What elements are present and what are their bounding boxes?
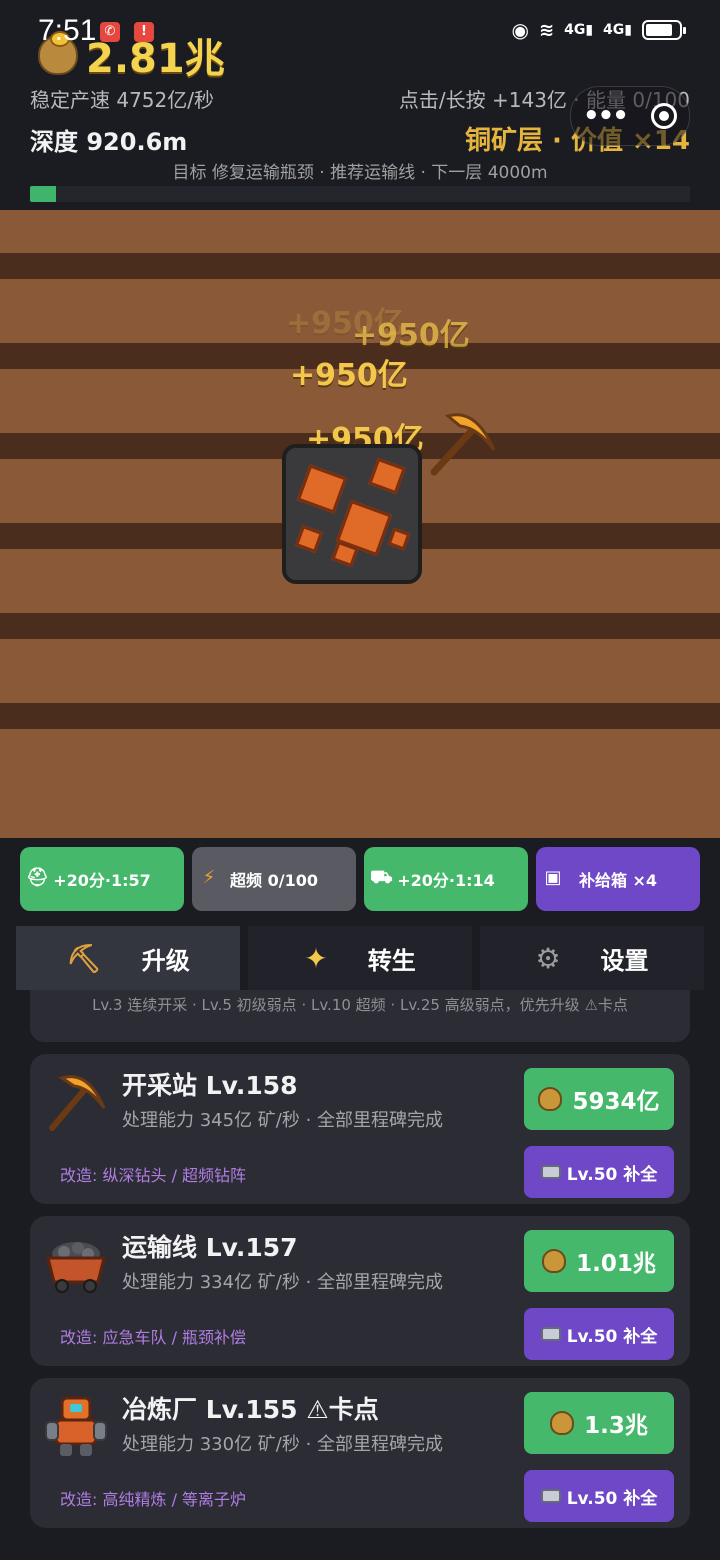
tab-settings[interactable]: ⚙ 设置	[480, 926, 704, 990]
mine-scene[interactable]: +950亿 +950亿 +950亿 +950亿	[0, 210, 720, 838]
rock-stripe	[0, 253, 720, 279]
card-modification[interactable]: 改造: 应急车队 / 瓶颈补偿	[60, 1324, 246, 1348]
upgrade-list[interactable]: Lv.3 连续开采 · Lv.5 初级弱点 · Lv.10 超频 · Lv.25…	[0, 990, 720, 1560]
copper-ore-block[interactable]	[282, 444, 422, 584]
supply-box-button[interactable]: ▣ 补给箱 ×4	[536, 847, 700, 911]
tab-upgrade[interactable]: ⛏ 升级	[16, 926, 240, 990]
status-time: 7:51	[38, 14, 97, 47]
depth-readout: 深度 920.6m	[30, 128, 188, 156]
depth-progress-bar	[30, 186, 690, 202]
signal-icon-2: 4G▮	[603, 22, 632, 38]
upgrade-price: 5934亿	[572, 1089, 660, 1115]
ore-chunk	[387, 527, 411, 551]
drill-boost-button[interactable]: ⛑ +20分·1:57	[20, 847, 184, 911]
notification-icon: !	[134, 22, 154, 42]
tab-label: 转生	[367, 946, 416, 975]
ore-chunk	[294, 524, 324, 554]
ore-chunk	[296, 464, 348, 514]
tab-label: 设置	[600, 946, 649, 975]
card-modification[interactable]: 改造: 高纯精炼 / 等离子炉	[60, 1486, 246, 1510]
gold-bag-icon	[538, 1087, 563, 1111]
battery-icon	[642, 20, 686, 40]
gold-bag-icon	[542, 1249, 567, 1273]
video-icon	[540, 1327, 561, 1341]
boost-label: 超频 0/100	[230, 871, 318, 890]
video-icon	[540, 1165, 561, 1179]
missed-call-icon: ✆	[100, 22, 120, 42]
robot-smelter-icon	[45, 1396, 107, 1456]
level-fill-button[interactable]: Lv.50 补全	[524, 1308, 674, 1360]
milestone-text: Lv.3 连续开采 · Lv.5 初级弱点 · Lv.10 超频 · Lv.25…	[92, 996, 628, 1014]
pickaxe-icon: ⛏	[66, 941, 102, 975]
upgrade-price: 1.01兆	[576, 1251, 656, 1277]
card-title: 开采站 Lv.158	[122, 1071, 298, 1100]
boost-label: 补给箱 ×4	[578, 871, 658, 890]
boost-label: +20分·1:14	[397, 871, 495, 890]
video-icon: ▣	[544, 867, 562, 888]
cart-boost-button[interactable]: ⛟ +20分·1:14	[364, 847, 528, 911]
drill-robot-icon: ⛑	[26, 867, 49, 888]
minecart-icon: ⛟	[370, 867, 393, 888]
video-icon	[540, 1489, 561, 1503]
tab-bar: ⛏ 升级 ✦ 转生 ⚙ 设置	[16, 926, 704, 990]
wifi-icon: ≋	[539, 19, 555, 41]
lightning-icon: ⚡	[202, 867, 216, 888]
card-modification[interactable]: 改造: 纵深钻头 / 超频钻阵	[60, 1162, 246, 1186]
upgrade-price: 1.3兆	[584, 1413, 648, 1439]
more-icon[interactable]: •••	[583, 101, 629, 131]
upgrade-buy-button[interactable]: 1.01兆	[524, 1230, 674, 1292]
production-rate: 稳定产速 4752亿/秒	[30, 88, 214, 112]
float-gain-text: +950亿	[352, 318, 470, 353]
depth-progress-fill	[30, 186, 57, 202]
upgrade-card-mining-station: 开采站 Lv.158 处理能力 345亿 矿/秒 · 全部里程碑完成 改造: 纵…	[30, 1054, 690, 1204]
ore-chunk	[368, 457, 406, 495]
pickaxe-icon	[49, 1075, 106, 1131]
boost-label: +20分·1:57	[53, 871, 151, 890]
fill-label: Lv.50 补全	[566, 1164, 658, 1185]
upgrade-card-smelter: 冶炼厂 Lv.155 ⚠卡点 处理能力 330亿 矿/秒 · 全部里程碑完成 改…	[30, 1378, 690, 1528]
gold-bag-icon	[550, 1411, 575, 1435]
rock-stripe	[0, 613, 720, 639]
miniprogram-capsule[interactable]: •••	[570, 86, 690, 146]
float-gain-text: +950亿	[290, 358, 408, 393]
signal-icon: 4G▮	[564, 22, 594, 38]
eye-icon: ◉	[511, 18, 529, 42]
card-description: 处理能力 334亿 矿/秒 · 全部里程碑完成	[122, 1272, 444, 1293]
upgrade-buy-button[interactable]: 1.3兆	[524, 1392, 674, 1454]
upgrade-buy-button[interactable]: 5934亿	[524, 1068, 674, 1130]
card-title: 冶炼厂 Lv.155 ⚠卡点	[122, 1395, 379, 1424]
close-target-icon[interactable]	[650, 103, 677, 129]
card-title: 运输线 Lv.157	[122, 1233, 298, 1262]
fill-label: Lv.50 补全	[566, 1488, 658, 1509]
upgrade-card-transport-line: 运输线 Lv.157 处理能力 334亿 矿/秒 · 全部里程碑完成 改造: 应…	[30, 1216, 690, 1366]
minecart-icon	[46, 1242, 106, 1293]
level-fill-button[interactable]: Lv.50 补全	[524, 1470, 674, 1522]
card-description: 处理能力 345亿 矿/秒 · 全部里程碑完成	[122, 1110, 444, 1131]
fill-label: Lv.50 补全	[566, 1326, 658, 1347]
milestone-card: Lv.3 连续开采 · Lv.5 初级弱点 · Lv.10 超频 · Lv.25…	[30, 990, 690, 1042]
goal-text: 目标 修复运输瓶颈 · 推荐运输线 · 下一层 4000m	[172, 163, 548, 183]
sparkle-icon: ✦	[304, 941, 328, 975]
tab-rebirth[interactable]: ✦ 转生	[248, 926, 472, 990]
boost-bar: ⛑ +20分·1:57 ⚡ 超频 0/100 ⛟ +20分·1:14 ▣ 补给箱…	[0, 838, 720, 922]
gear-icon: ⚙	[535, 941, 561, 975]
game-header: 2.81兆 7:51 ✆ ! ◉ ≋ 4G▮ 4G▮ 稳定产速 4752亿/秒 …	[0, 0, 720, 210]
pickaxe-icon	[430, 413, 496, 476]
card-description: 处理能力 330亿 矿/秒 · 全部里程碑完成	[122, 1434, 444, 1455]
level-fill-button[interactable]: Lv.50 补全	[524, 1146, 674, 1198]
rock-stripe	[0, 703, 720, 729]
tab-label: 升级	[141, 946, 190, 975]
status-icons: ◉ ≋ 4G▮ 4G▮	[511, 18, 686, 42]
overclock-button[interactable]: ⚡ 超频 0/100	[192, 847, 356, 911]
